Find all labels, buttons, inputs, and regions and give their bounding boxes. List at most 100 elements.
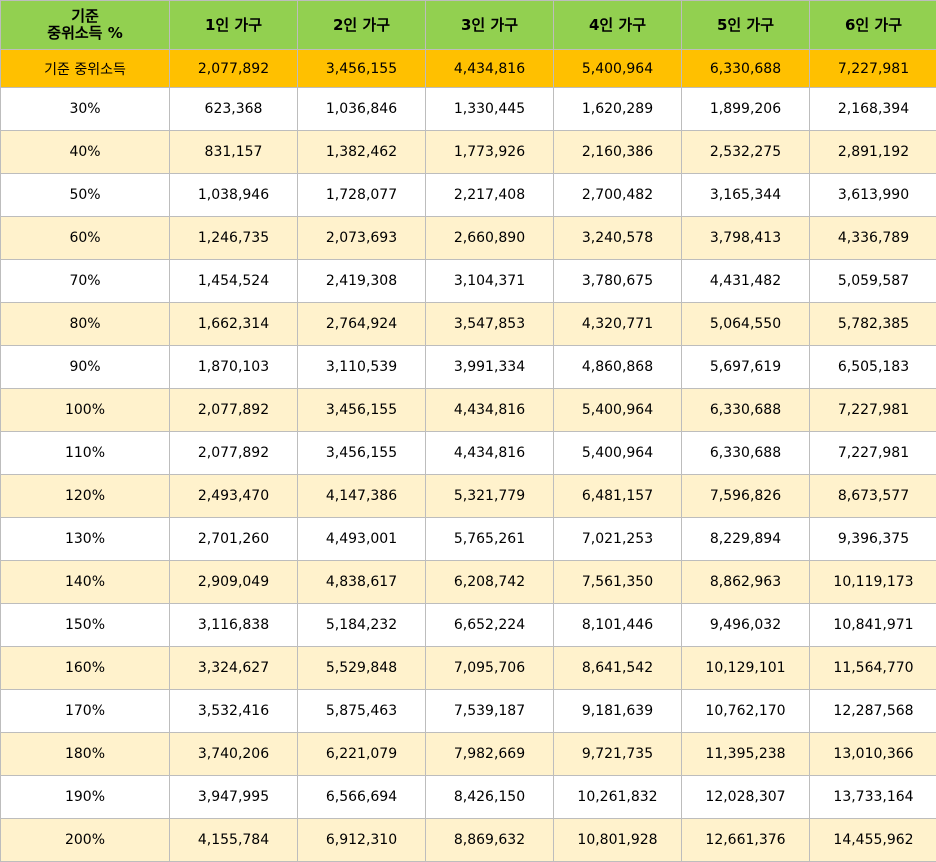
income-value-cell: 7,095,706 — [426, 647, 554, 690]
median-value-cell: 4,434,816 — [426, 50, 554, 88]
median-income-row: 기준 중위소득 2,077,892 3,456,155 4,434,816 5,… — [1, 50, 936, 88]
income-value-cell: 6,505,183 — [810, 346, 936, 389]
income-value-cell: 6,208,742 — [426, 561, 554, 604]
percent-cell: 50% — [1, 174, 170, 217]
income-value-cell: 10,261,832 — [554, 776, 682, 819]
income-value-cell: 2,493,470 — [170, 475, 298, 518]
income-value-cell: 4,155,784 — [170, 819, 298, 862]
income-value-cell: 2,160,386 — [554, 131, 682, 174]
table-row: 180%3,740,2066,221,0797,982,6699,721,735… — [1, 733, 936, 776]
table-row: 200%4,155,7846,912,3108,869,63210,801,92… — [1, 819, 936, 862]
percent-cell: 30% — [1, 88, 170, 131]
income-value-cell: 1,662,314 — [170, 303, 298, 346]
income-value-cell: 7,596,826 — [682, 475, 810, 518]
percent-cell: 110% — [1, 432, 170, 475]
corner-label-line2: 중위소득 % — [47, 24, 122, 42]
income-value-cell: 9,496,032 — [682, 604, 810, 647]
income-value-cell: 623,368 — [170, 88, 298, 131]
income-value-cell: 5,765,261 — [426, 518, 554, 561]
income-value-cell: 4,434,816 — [426, 389, 554, 432]
table-row: 190%3,947,9956,566,6948,426,15010,261,83… — [1, 776, 936, 819]
income-value-cell: 1,899,206 — [682, 88, 810, 131]
income-value-cell: 4,336,789 — [810, 217, 936, 260]
percent-cell: 80% — [1, 303, 170, 346]
percent-cell: 170% — [1, 690, 170, 733]
income-value-cell: 3,547,853 — [426, 303, 554, 346]
income-value-cell: 3,324,627 — [170, 647, 298, 690]
income-value-cell: 8,101,446 — [554, 604, 682, 647]
income-value-cell: 5,875,463 — [298, 690, 426, 733]
percent-cell: 160% — [1, 647, 170, 690]
income-value-cell: 6,330,688 — [682, 389, 810, 432]
income-value-cell: 2,909,049 — [170, 561, 298, 604]
income-value-cell: 13,733,164 — [810, 776, 936, 819]
percent-cell: 150% — [1, 604, 170, 647]
income-value-cell: 3,456,155 — [298, 389, 426, 432]
median-value-cell: 2,077,892 — [170, 50, 298, 88]
income-value-cell: 4,838,617 — [298, 561, 426, 604]
table-row: 140%2,909,0494,838,6176,208,7427,561,350… — [1, 561, 936, 604]
income-value-cell: 8,426,150 — [426, 776, 554, 819]
income-value-cell: 3,165,344 — [682, 174, 810, 217]
percent-cell: 190% — [1, 776, 170, 819]
income-value-cell: 3,613,990 — [810, 174, 936, 217]
corner-label-line1: 기준 — [71, 7, 99, 25]
income-value-cell: 6,481,157 — [554, 475, 682, 518]
income-value-cell: 2,701,260 — [170, 518, 298, 561]
income-value-cell: 2,700,482 — [554, 174, 682, 217]
table-row: 110%2,077,8923,456,1554,434,8165,400,964… — [1, 432, 936, 475]
income-value-cell: 12,028,307 — [682, 776, 810, 819]
income-value-cell: 4,147,386 — [298, 475, 426, 518]
median-row-label: 기준 중위소득 — [1, 50, 170, 88]
table-row: 100%2,077,8923,456,1554,434,8165,400,964… — [1, 389, 936, 432]
income-value-cell: 2,532,275 — [682, 131, 810, 174]
income-value-cell: 1,454,524 — [170, 260, 298, 303]
income-value-cell: 10,129,101 — [682, 647, 810, 690]
income-value-cell: 5,321,779 — [426, 475, 554, 518]
income-value-cell: 10,762,170 — [682, 690, 810, 733]
income-value-cell: 1,382,462 — [298, 131, 426, 174]
income-value-cell: 7,539,187 — [426, 690, 554, 733]
percent-cell: 90% — [1, 346, 170, 389]
income-value-cell: 7,982,669 — [426, 733, 554, 776]
income-value-cell: 6,566,694 — [298, 776, 426, 819]
table-row: 160%3,324,6275,529,8487,095,7068,641,542… — [1, 647, 936, 690]
income-value-cell: 5,529,848 — [298, 647, 426, 690]
income-value-cell: 9,181,639 — [554, 690, 682, 733]
income-value-cell: 5,184,232 — [298, 604, 426, 647]
income-value-cell: 6,330,688 — [682, 432, 810, 475]
income-value-cell: 3,798,413 — [682, 217, 810, 260]
income-value-cell: 4,860,868 — [554, 346, 682, 389]
percent-cell: 180% — [1, 733, 170, 776]
income-value-cell: 1,870,103 — [170, 346, 298, 389]
income-value-cell: 4,434,816 — [426, 432, 554, 475]
income-value-cell: 2,073,693 — [298, 217, 426, 260]
income-value-cell: 2,419,308 — [298, 260, 426, 303]
income-value-cell: 3,740,206 — [170, 733, 298, 776]
percent-cell: 140% — [1, 561, 170, 604]
income-value-cell: 8,869,632 — [426, 819, 554, 862]
income-value-cell: 831,157 — [170, 131, 298, 174]
percent-cell: 100% — [1, 389, 170, 432]
income-value-cell: 1,728,077 — [298, 174, 426, 217]
income-value-cell: 5,400,964 — [554, 432, 682, 475]
median-income-table: 기준 중위소득 % 1인 가구 2인 가구 3인 가구 4인 가구 5인 가구 … — [0, 0, 936, 862]
percent-cell: 60% — [1, 217, 170, 260]
income-value-cell: 4,320,771 — [554, 303, 682, 346]
header-row: 기준 중위소득 % 1인 가구 2인 가구 3인 가구 4인 가구 5인 가구 … — [1, 1, 936, 50]
table-row: 150%3,116,8385,184,2326,652,2248,101,446… — [1, 604, 936, 647]
income-value-cell: 1,330,445 — [426, 88, 554, 131]
income-value-cell: 3,456,155 — [298, 432, 426, 475]
household-header-2: 2인 가구 — [298, 1, 426, 50]
income-value-cell: 2,891,192 — [810, 131, 936, 174]
income-value-cell: 9,721,735 — [554, 733, 682, 776]
table-row: 120%2,493,4704,147,3865,321,7796,481,157… — [1, 475, 936, 518]
table-row: 60%1,246,7352,073,6932,660,8903,240,5783… — [1, 217, 936, 260]
income-value-cell: 7,021,253 — [554, 518, 682, 561]
income-value-cell: 14,455,962 — [810, 819, 936, 862]
median-value-cell: 7,227,981 — [810, 50, 936, 88]
income-value-cell: 8,862,963 — [682, 561, 810, 604]
income-value-cell: 11,395,238 — [682, 733, 810, 776]
household-header-3: 3인 가구 — [426, 1, 554, 50]
income-value-cell: 3,110,539 — [298, 346, 426, 389]
